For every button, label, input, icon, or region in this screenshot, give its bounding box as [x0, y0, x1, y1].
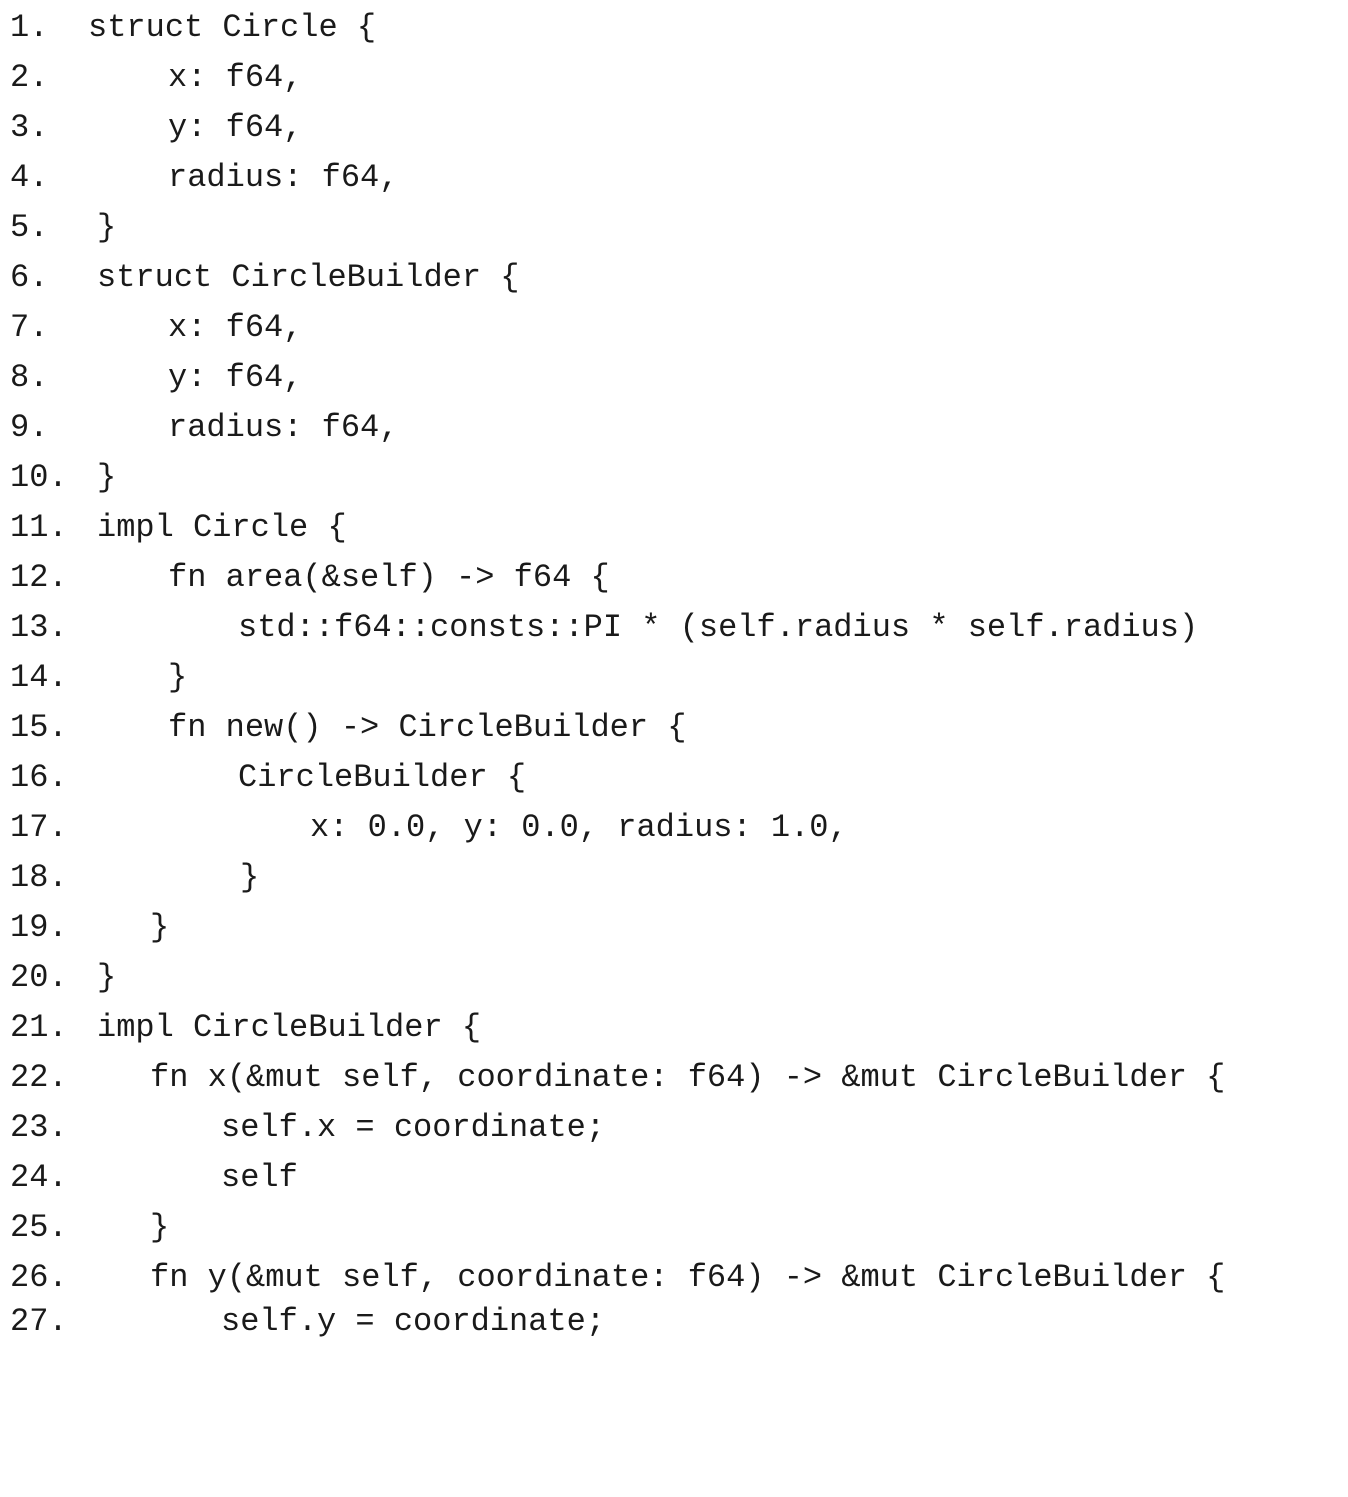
- line-number: 18.: [10, 859, 68, 896]
- line-code: y: f64,: [168, 109, 303, 146]
- code-line: 12. fn area(&self) -> f64 {: [0, 553, 610, 603]
- line-number: 17.: [10, 809, 68, 846]
- line-code: self.y = coordinate;: [221, 1303, 606, 1340]
- code-line: 15. fn new() -> CircleBuilder {: [0, 703, 686, 753]
- line-number: 2.: [10, 59, 49, 96]
- line-number: 8.: [10, 359, 49, 396]
- line-number: 24.: [10, 1159, 68, 1196]
- code-line: 24. self: [0, 1153, 298, 1203]
- code-line: 23. self.x = coordinate;: [0, 1103, 605, 1153]
- code-line: 4. radius: f64,: [0, 153, 398, 203]
- code-line: 26. fn y(&mut self, coordinate: f64) -> …: [0, 1253, 1225, 1303]
- line-code: }: [150, 1209, 170, 1246]
- line-code: }: [240, 859, 260, 896]
- line-number: 7.: [10, 309, 49, 346]
- code-line: 17. x: 0.0, y: 0.0, radius: 1.0,: [0, 803, 848, 853]
- line-code: x: f64,: [168, 309, 303, 346]
- code-line: 10. }: [0, 453, 116, 503]
- code-line: 25. }: [0, 1203, 169, 1253]
- code-line: 1. struct Circle {: [0, 3, 376, 53]
- line-number: 27.: [10, 1303, 68, 1340]
- line-number: 1.: [10, 9, 49, 46]
- code-line: 16. CircleBuilder {: [0, 753, 526, 803]
- line-number: 10.: [10, 459, 68, 496]
- line-code: impl Circle {: [97, 509, 347, 546]
- line-number: 25.: [10, 1209, 68, 1246]
- line-number: 19.: [10, 909, 68, 946]
- code-line: 9. radius: f64,: [0, 403, 398, 453]
- line-number: 16.: [10, 759, 68, 796]
- line-code: fn x(&mut self, coordinate: f64) -> &mut…: [150, 1059, 1226, 1096]
- line-number: 11.: [10, 509, 68, 546]
- line-number: 6.: [10, 259, 49, 296]
- line-code: self: [221, 1159, 298, 1196]
- code-line: 18. }: [0, 853, 259, 903]
- line-code: struct CircleBuilder {: [97, 259, 520, 296]
- line-number: 15.: [10, 709, 68, 746]
- code-line: 3. y: f64,: [0, 103, 302, 153]
- code-line: 11. impl Circle {: [0, 503, 347, 553]
- line-code: radius: f64,: [168, 159, 399, 196]
- code-line: 7. x: f64,: [0, 303, 302, 353]
- line-code: }: [97, 209, 117, 246]
- line-code: self.x = coordinate;: [221, 1109, 606, 1146]
- line-code: fn y(&mut self, coordinate: f64) -> &mut…: [150, 1259, 1226, 1296]
- line-number: 4.: [10, 159, 49, 196]
- line-number: 5.: [10, 209, 49, 246]
- line-number: 13.: [10, 609, 68, 646]
- code-line: 14. }: [0, 653, 187, 703]
- line-code: x: 0.0, y: 0.0, radius: 1.0,: [310, 809, 848, 846]
- code-line: 13. std::f64::consts::PI * (self.radius …: [0, 603, 1198, 653]
- line-code: }: [97, 959, 117, 996]
- line-code: }: [97, 459, 117, 496]
- code-line: 2. x: f64,: [0, 53, 302, 103]
- line-code: impl CircleBuilder {: [97, 1009, 482, 1046]
- line-code: radius: f64,: [168, 409, 399, 446]
- line-number: 22.: [10, 1059, 68, 1096]
- code-line: 19. }: [0, 903, 169, 953]
- line-number: 3.: [10, 109, 49, 146]
- line-code: fn new() -> CircleBuilder {: [168, 709, 687, 746]
- code-line: 27. self.y = coordinate;: [0, 1297, 605, 1347]
- line-number: 26.: [10, 1259, 68, 1296]
- line-code: struct Circle {: [88, 9, 377, 46]
- line-number: 20.: [10, 959, 68, 996]
- line-number: 12.: [10, 559, 68, 596]
- line-code: CircleBuilder {: [238, 759, 527, 796]
- line-code: y: f64,: [168, 359, 303, 396]
- code-line: 21. impl CircleBuilder {: [0, 1003, 481, 1053]
- line-code: fn area(&self) -> f64 {: [168, 559, 610, 596]
- line-code: }: [150, 909, 170, 946]
- code-line: 8. y: f64,: [0, 353, 302, 403]
- code-line: 22. fn x(&mut self, coordinate: f64) -> …: [0, 1053, 1225, 1103]
- line-code: }: [168, 659, 188, 696]
- code-line: 5. }: [0, 203, 116, 253]
- code-line: 20. }: [0, 953, 116, 1003]
- code-listing: 1. struct Circle { 2. x: f64, 3. y: f64,…: [0, 0, 1348, 1351]
- line-number: 14.: [10, 659, 68, 696]
- line-code: std::f64::consts::PI * (self.radius * se…: [238, 609, 1199, 646]
- line-code: x: f64,: [168, 59, 303, 96]
- line-number: 9.: [10, 409, 49, 446]
- line-number: 23.: [10, 1109, 68, 1146]
- line-number: 21.: [10, 1009, 68, 1046]
- code-line: 6. struct CircleBuilder {: [0, 253, 519, 303]
